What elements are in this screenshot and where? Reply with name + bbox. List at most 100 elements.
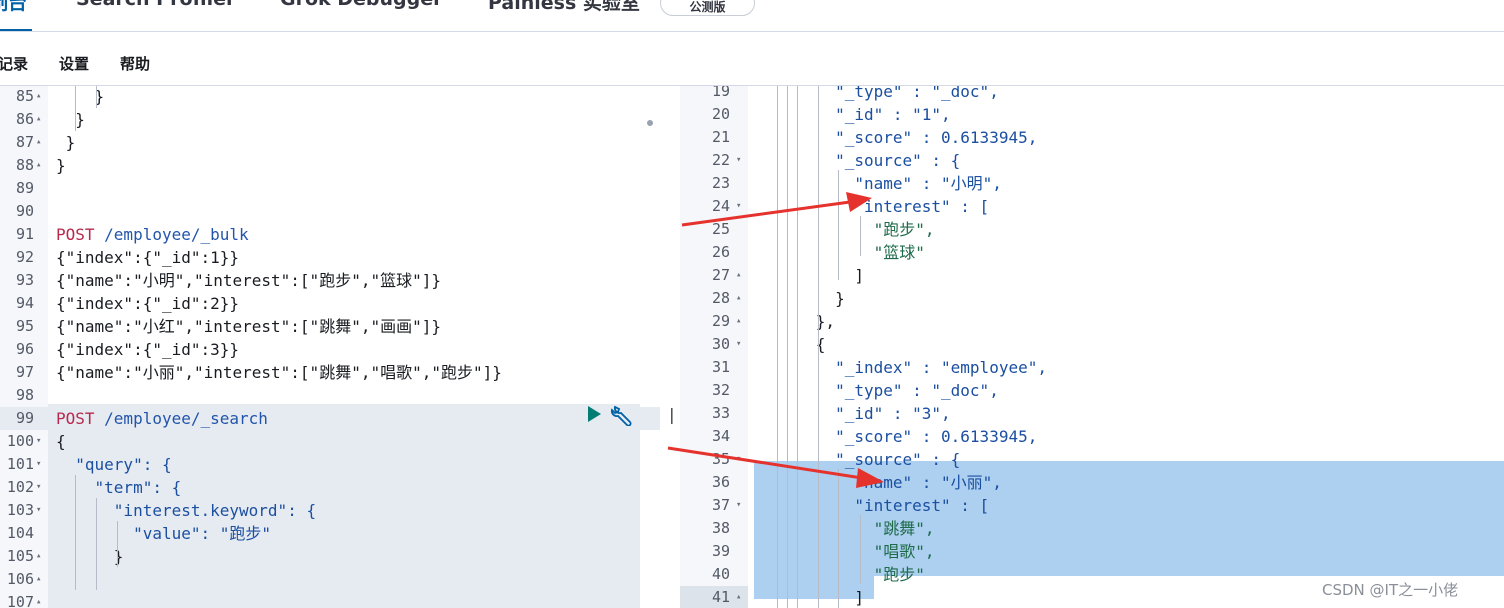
fold-expanded-icon[interactable]: ▾	[36, 453, 41, 476]
code-line: 28 ▴ }	[680, 287, 1504, 310]
indent-guide	[818, 86, 819, 608]
code-text: "value": "跑步"	[56, 524, 272, 543]
app-tab-bar: 控制台 Search Profiler Grok Debugger Painle…	[0, 0, 1504, 32]
fold-collapsed-icon[interactable]: ▴	[36, 568, 41, 591]
request-url: /employee/_search	[94, 409, 268, 428]
line-number: 106	[6, 570, 34, 588]
menu-settings[interactable]: 设置	[59, 53, 89, 74]
fold-collapsed-icon[interactable]: ▴	[736, 310, 741, 333]
line-number: 26	[711, 243, 730, 261]
line-number: 99	[15, 409, 34, 427]
wrench-icon[interactable]	[610, 404, 634, 426]
line-number: 33	[711, 404, 730, 422]
indent-guide	[787, 86, 788, 608]
request-editor[interactable]: 85 ▴ } 86 ▴ } 87 ▴ } 88 ▴} 89 90 91 POST /employee/…	[0, 86, 660, 608]
code-line: 88 ▴}	[0, 154, 660, 177]
fold-expanded-icon[interactable]: ▾	[736, 494, 741, 517]
line-number: 90	[15, 202, 34, 220]
fold-expanded-icon[interactable]: ▾	[36, 499, 41, 522]
request-line: POST /employee/_search	[56, 407, 268, 430]
fold-collapsed-icon[interactable]: ▴	[36, 131, 41, 154]
line-number: 35	[711, 450, 730, 468]
tab-grok-debugger[interactable]: Grok Debugger	[280, 0, 443, 10]
indent-guide	[797, 86, 798, 608]
code-line: 87 ▴ }	[0, 131, 660, 154]
fold-expanded-icon[interactable]: ▾	[736, 448, 741, 471]
line-number: 85	[15, 87, 34, 105]
indent-guide	[860, 216, 861, 256]
code-line: 100 ▾ {	[0, 430, 660, 453]
code-text: "篮球"	[758, 243, 925, 262]
code-line: 101 ▾ "query": {	[0, 453, 660, 476]
line-number: 102	[6, 478, 34, 496]
fold-expanded-icon[interactable]: ▾	[36, 430, 41, 453]
response-viewer[interactable]: 19 "_type" : "_doc", 20 "_id" : "1", 21 "_…	[680, 86, 1504, 608]
code-text: }	[56, 133, 76, 152]
code-text: }	[758, 289, 845, 308]
code-text: }	[56, 547, 124, 566]
fold-expanded-icon[interactable]: ▾	[736, 195, 741, 218]
fold-collapsed-icon[interactable]: ▴	[736, 287, 741, 310]
fold-expanded-icon[interactable]: ▾	[736, 333, 741, 356]
code-line: 25 "跑步",	[680, 218, 1504, 241]
fold-collapsed-icon[interactable]: ▴	[736, 586, 741, 608]
code-text: "interest.keyword": {	[56, 501, 317, 520]
fold-collapsed-icon[interactable]: ▴	[736, 264, 741, 287]
code-line: 33 "_id" : "3",	[680, 402, 1504, 425]
code-line: 22 ▾ "_source" : {	[680, 149, 1504, 172]
code-text: {	[758, 335, 826, 354]
line-number: 86	[15, 110, 34, 128]
fold-collapsed-icon[interactable]: ▴	[36, 154, 41, 177]
code-line: 31 "_index" : "employee",	[680, 356, 1504, 379]
line-number: 28	[711, 289, 730, 307]
code-text: {"index":{"_id":1}}	[56, 248, 240, 267]
tab-console[interactable]: 控制台	[0, 0, 27, 15]
menu-history[interactable]: 历史记录	[0, 53, 28, 74]
watermark: CSDN @IT之一小佬	[1322, 581, 1459, 599]
line-number: 96	[15, 340, 34, 358]
line-number: 40	[711, 565, 730, 583]
code-text: "name" : "小明",	[758, 174, 1002, 193]
code-line: 27 ▴ ]	[680, 264, 1504, 287]
code-text: "_score" : 0.6133945,	[758, 427, 1038, 446]
indent-guide	[117, 521, 118, 567]
code-line: 38 "跳舞",	[680, 517, 1504, 540]
code-line: 93 {"name":"小明","interest":["跑步","篮球"]}	[0, 269, 660, 292]
tab-search-profiler[interactable]: Search Profiler	[76, 0, 235, 10]
fold-collapsed-icon[interactable]: ▴	[36, 545, 41, 568]
code-line: 19 "_type" : "_doc",	[680, 86, 1504, 103]
indent-guide	[838, 469, 839, 608]
line-number: 23	[711, 174, 730, 192]
fold-expanded-icon[interactable]: ▾	[36, 476, 41, 499]
menu-help[interactable]: 帮助	[120, 53, 150, 74]
tab-painless-lab[interactable]: Painless 实验室	[488, 0, 640, 15]
line-number: 27	[711, 266, 730, 284]
code-line: 106 ▴	[0, 568, 660, 591]
pane-resizer[interactable]	[660, 86, 680, 608]
fold-collapsed-icon[interactable]: ▴	[36, 591, 41, 608]
code-line: 104 "value": "跑步"	[0, 522, 660, 545]
code-text: "interest" : [	[758, 496, 990, 515]
fold-expanded-icon[interactable]: ▾	[736, 149, 741, 172]
line-number: 93	[15, 271, 34, 289]
line-number: 30	[711, 335, 730, 353]
code-line: 96 {"index":{"_id":3}}	[0, 338, 660, 361]
code-text: "_type" : "_doc",	[758, 381, 999, 400]
http-method: POST	[56, 409, 95, 428]
code-line: 102 ▾ "term": {	[0, 476, 660, 499]
code-line: 105 ▴ }	[0, 545, 660, 568]
code-text: ]	[758, 266, 864, 285]
fold-collapsed-icon[interactable]: ▴	[36, 108, 41, 131]
line-number: 92	[15, 248, 34, 266]
request-line: POST /employee/_bulk	[56, 223, 249, 246]
indent-guide	[838, 170, 839, 280]
line-number: 36	[711, 473, 730, 491]
line-number: 103	[6, 501, 34, 519]
code-line: 91 POST /employee/_bulk	[0, 223, 660, 246]
code-text: "_score" : 0.6133945,	[758, 128, 1038, 147]
code-line: 103 ▾ "interest.keyword": {	[0, 499, 660, 522]
play-icon[interactable]	[586, 405, 602, 423]
code-line: 107 ▴	[0, 591, 660, 608]
fold-collapsed-icon[interactable]: ▴	[36, 86, 41, 108]
code-line: 20 "_id" : "1",	[680, 103, 1504, 126]
